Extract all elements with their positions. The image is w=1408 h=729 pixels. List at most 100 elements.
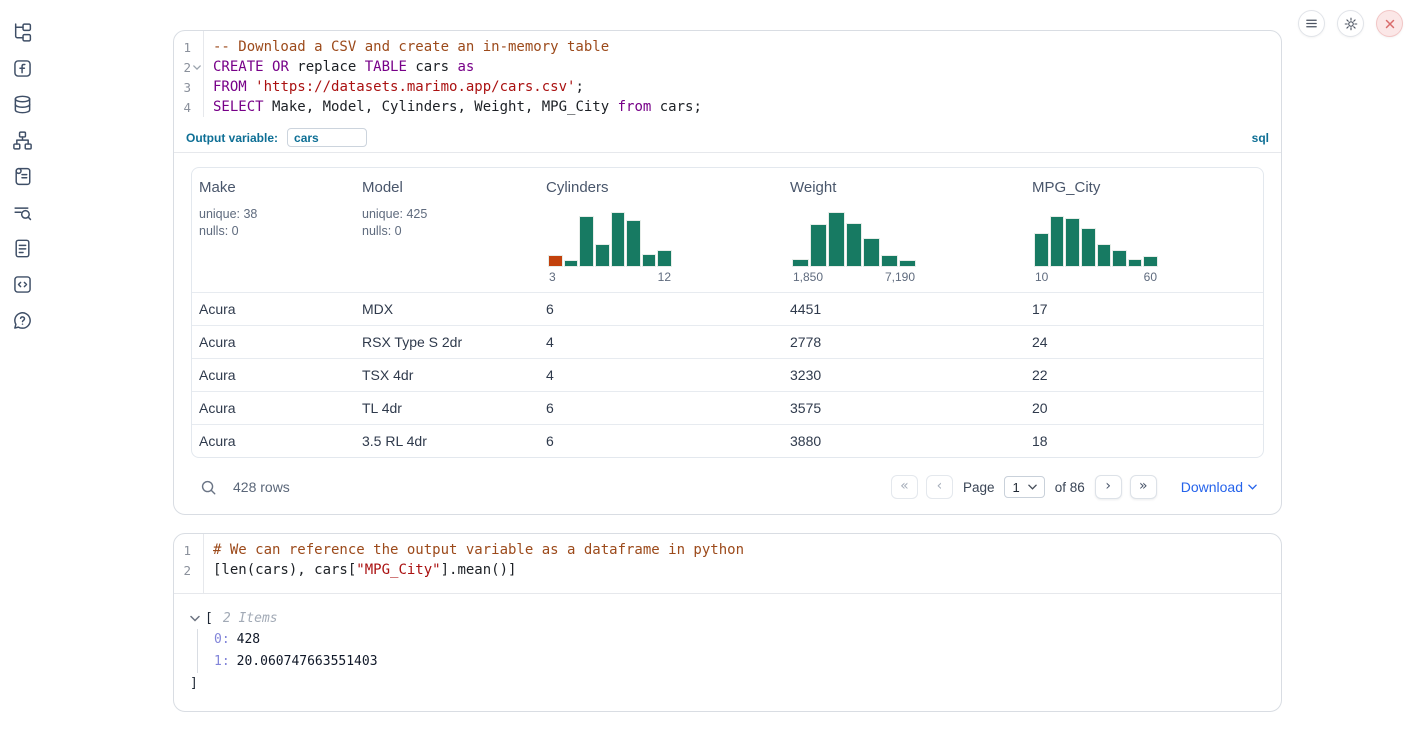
sidebar-item-dependency-graph[interactable] <box>11 130 33 151</box>
table-row[interactable]: AcuraTL 4dr6357520 <box>192 391 1263 424</box>
histogram-bar <box>810 224 827 267</box>
column-header-weight[interactable]: Weight 1,8507,190 <box>783 168 1025 292</box>
column-header-mpg_city[interactable]: MPG_City1060 <box>1025 168 1263 292</box>
axis-max-label: 60 <box>1144 270 1157 284</box>
axis-min-label: 1,850 <box>793 270 823 284</box>
sidebar-item-database[interactable] <box>11 94 33 115</box>
tree-item-index: 0: <box>214 632 230 647</box>
code-line[interactable]: FROM 'https://datasets.marimo.app/cars.c… <box>213 77 702 97</box>
histogram-bar <box>579 216 594 267</box>
code-token: CREATE <box>213 59 264 75</box>
download-button[interactable]: Download <box>1181 479 1257 495</box>
table-cell: 24 <box>1025 334 1263 350</box>
collapse-icon[interactable] <box>190 615 202 622</box>
output-variable-group: Output variable: <box>186 128 367 147</box>
sql-code-editor[interactable]: 1234 -- Download a CSV and create an in-… <box>174 31 1281 117</box>
table-cell: 20 <box>1025 400 1263 416</box>
histogram-bar <box>595 244 610 267</box>
histogram-bar <box>564 260 579 267</box>
table-cell: RSX Type S 2dr <box>355 334 539 350</box>
first-page-button[interactable]: « <box>891 475 918 499</box>
code-token: -- Download a CSV and create an in-memor… <box>213 39 609 55</box>
gutter-line: 2 <box>174 57 203 77</box>
code-line[interactable]: [len(cars), cars["MPG_City"].mean()] <box>213 560 744 580</box>
code-area: -- Download a CSV and create an in-memor… <box>204 31 702 117</box>
table-cell: 4 <box>539 367 783 383</box>
gutter-line: 4 <box>174 97 203 117</box>
code-token: from <box>618 99 652 115</box>
next-page-button[interactable]: › <box>1095 475 1122 499</box>
code-line[interactable]: SELECT Make, Model, Cylinders, Weight, M… <box>213 97 702 117</box>
sidebar-item-document[interactable] <box>11 238 33 259</box>
code-token: cars; <box>651 99 702 115</box>
table-cell: 4451 <box>783 301 1025 317</box>
table-footer-left: 428 rows <box>200 479 290 496</box>
menu-button[interactable] <box>1298 10 1325 37</box>
python-code-editor[interactable]: 12 # We can reference the output variabl… <box>174 534 1281 594</box>
fold-spacer <box>192 545 202 555</box>
histogram-axis-labels: 1,8507,190 <box>792 270 916 284</box>
histogram-bar <box>657 250 672 267</box>
line-number: 2 <box>183 60 191 75</box>
code-token: SELECT <box>213 99 264 115</box>
menu-icon <box>1304 16 1319 31</box>
histogram-bar <box>881 255 898 267</box>
histogram-bar <box>1143 256 1158 267</box>
table-cell: 3230 <box>783 367 1025 383</box>
table-cell: TSX 4dr <box>355 367 539 383</box>
output-variable-input[interactable] <box>287 128 367 147</box>
code-token: OR <box>272 59 289 75</box>
page-label: Page <box>963 480 995 495</box>
search-icon[interactable] <box>200 479 217 496</box>
column-name: Weight <box>790 179 1017 196</box>
column-stats: unique: 425nulls: 0 <box>362 206 531 240</box>
page-select[interactable]: 1 <box>1004 476 1044 498</box>
sidebar-item-list-search[interactable] <box>11 202 33 223</box>
code-line[interactable]: -- Download a CSV and create an in-memor… <box>213 37 702 57</box>
histogram-bar <box>626 220 641 267</box>
histogram-bar <box>642 254 657 267</box>
table-row[interactable]: AcuraRSX Type S 2dr4277824 <box>192 325 1263 358</box>
histogram-axis-labels: 312 <box>548 270 672 284</box>
sidebar-item-function[interactable] <box>11 58 33 79</box>
last-page-button[interactable]: » <box>1130 475 1157 499</box>
sidebar-item-file-tree[interactable] <box>11 22 33 43</box>
sidebar-item-help[interactable] <box>11 310 33 331</box>
code-line[interactable]: # We can reference the output variable a… <box>213 540 744 560</box>
table-row[interactable]: Acura3.5 RL 4dr6388018 <box>192 424 1263 457</box>
table-cell: 3575 <box>783 400 1025 416</box>
fold-chevron-icon[interactable] <box>192 62 202 72</box>
sidebar-item-scroll[interactable] <box>11 166 33 187</box>
function-icon <box>12 58 33 79</box>
column-header-make[interactable]: Makeunique: 38nulls: 0 <box>192 168 355 292</box>
settings-button[interactable] <box>1337 10 1364 37</box>
page-total-label: of 86 <box>1055 480 1085 495</box>
column-header-model[interactable]: Modelunique: 425nulls: 0 <box>355 168 539 292</box>
topbar-controls <box>1298 10 1403 37</box>
table-row[interactable]: AcuraTSX 4dr4323022 <box>192 358 1263 391</box>
fold-spacer <box>192 102 202 112</box>
table-row[interactable]: AcuraMDX6445117 <box>192 292 1263 325</box>
table-cell: TL 4dr <box>355 400 539 416</box>
close-button[interactable] <box>1376 10 1403 37</box>
histogram-weight[interactable] <box>792 212 916 267</box>
row-count: 428 rows <box>233 479 290 495</box>
tree-item-index: 1: <box>214 654 230 669</box>
page-select-value: 1 <box>1012 480 1019 495</box>
column-header-cylinders[interactable]: Cylinders312 <box>539 168 783 292</box>
line-number: 4 <box>183 100 191 115</box>
help-icon <box>12 310 33 331</box>
sidebar-item-code-snippet[interactable] <box>11 274 33 295</box>
histogram-bar <box>1112 250 1127 267</box>
histogram-mpg_city[interactable] <box>1034 212 1158 267</box>
spacer <box>546 196 775 212</box>
axis-min-label: 3 <box>549 270 556 284</box>
histogram-axis-labels: 1060 <box>1034 270 1158 284</box>
table-cell: 17 <box>1025 301 1263 317</box>
prev-page-button[interactable]: ‹ <box>926 475 953 499</box>
code-line[interactable]: CREATE OR replace TABLE cars as <box>213 57 702 77</box>
histogram-cylinders[interactable] <box>548 212 672 267</box>
line-number: 3 <box>183 80 191 95</box>
output-tree: [ 2 Items 0:4281:20.060747663551403 ] <box>174 594 1281 708</box>
dependency-graph-icon <box>12 130 33 151</box>
